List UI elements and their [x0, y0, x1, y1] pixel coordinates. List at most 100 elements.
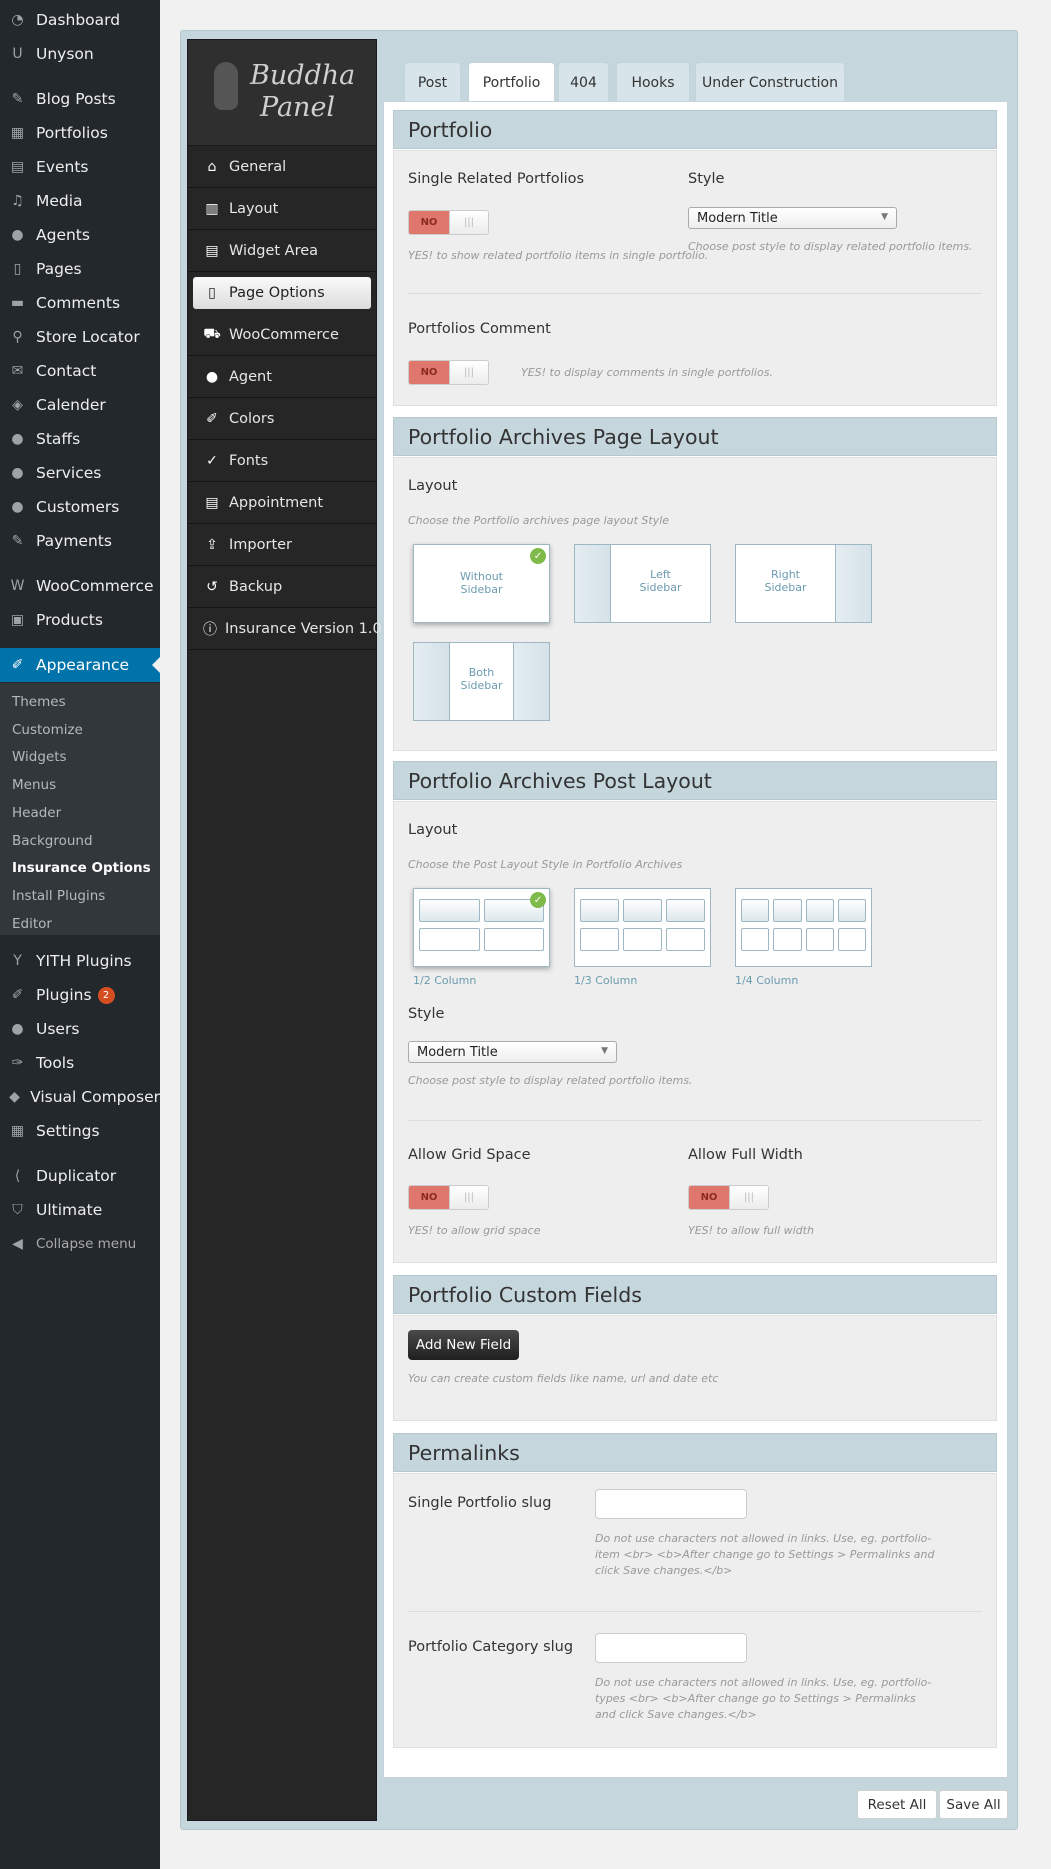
- panel-nav-importer[interactable]: ⇪ Importer: [188, 524, 376, 566]
- related-portfolios-toggle[interactable]: NO |||: [408, 210, 489, 235]
- menu-item-staffs[interactable]: ● Staffs: [0, 422, 160, 456]
- portfolios-comment-toggle[interactable]: NO |||: [408, 360, 489, 385]
- layout-both-sidebar[interactable]: Both Sidebar: [413, 642, 550, 721]
- related-portfolios-label: Single Related Portfolios: [408, 171, 585, 187]
- menu-item-portfolios[interactable]: ▦ Portfolios: [0, 116, 160, 150]
- submenu-item-background[interactable]: Background: [12, 833, 93, 849]
- menu-item-label: Blog Posts: [36, 90, 116, 108]
- menu-item-products[interactable]: ▣ Products: [0, 603, 160, 637]
- panel-nav-insurance-version-1-0[interactable]: ⓘ Insurance Version 1.0: [188, 608, 382, 650]
- menu-item-appearance[interactable]: ✐ Appearance: [0, 648, 160, 682]
- section-header-custom-fields: Portfolio Custom Fields: [393, 1275, 997, 1314]
- portfolio-category-slug-input[interactable]: [595, 1633, 747, 1663]
- menu-item-label: Users: [36, 1020, 80, 1038]
- menu-item-calender[interactable]: ◈ Calender: [0, 388, 160, 422]
- tab-portfolio[interactable]: Portfolio: [468, 62, 555, 103]
- submenu-item-themes[interactable]: Themes: [12, 694, 66, 710]
- panel-nav-appointment[interactable]: ▤ Appointment: [188, 482, 376, 524]
- menu-item-label: Ultimate: [36, 1201, 103, 1219]
- tab-under-construction[interactable]: Under Construction: [695, 62, 845, 102]
- menu-item-label: Staffs: [36, 430, 81, 448]
- archives-post-layout-desc: Choose the Post Layout Style in Portfoli…: [408, 858, 683, 871]
- submenu-item-insurance-options[interactable]: Insurance Options: [12, 860, 151, 876]
- allow-grid-space-toggle[interactable]: NO |||: [408, 1185, 489, 1210]
- layout-without-sidebar[interactable]: Without Sidebar ✓: [413, 544, 550, 623]
- save-all-button[interactable]: Save All: [939, 1790, 1008, 1819]
- panel-nav-label: Page Options: [229, 285, 325, 301]
- menu-item-settings[interactable]: ▦ Settings: [0, 1114, 160, 1148]
- user-icon: ●: [205, 368, 219, 385]
- panel-nav-woocommerce[interactable]: ⛟ WooCommerce: [188, 314, 376, 356]
- menu-item-ultimate[interactable]: ⛉ Ultimate: [0, 1193, 160, 1227]
- column-layout-3[interactable]: [574, 888, 711, 967]
- menu-item-store-locator[interactable]: ⚲ Store Locator: [0, 320, 160, 354]
- column-layout-4[interactable]: [735, 888, 872, 967]
- submenu-item-header[interactable]: Header: [12, 805, 61, 821]
- reset-all-button[interactable]: Reset All: [857, 1790, 937, 1819]
- history-icon: ↺: [206, 578, 218, 595]
- menu-item-users[interactable]: ● Users: [0, 1012, 160, 1046]
- portfolio-icon: ▦: [10, 125, 25, 141]
- layout-left-sidebar[interactable]: Left Sidebar: [574, 544, 711, 623]
- menu-item-customers[interactable]: ● Customers: [0, 490, 160, 524]
- pages-icon: ▯: [13, 261, 22, 277]
- menu-item-services[interactable]: ● Services: [0, 456, 160, 490]
- menu-item-woocommerce[interactable]: W WooCommerce: [0, 569, 160, 603]
- submenu-item-editor[interactable]: Editor: [12, 916, 52, 932]
- column-layout-2[interactable]: ✓: [413, 888, 550, 967]
- panel-nav-page-options[interactable]: ▯ Page Options: [193, 277, 371, 309]
- menu-item-contact[interactable]: ✉ Contact: [0, 354, 160, 388]
- panel-nav-general[interactable]: ⌂ General: [188, 146, 376, 188]
- menu-item-agents[interactable]: ● Agents: [0, 218, 160, 252]
- menu-item-tools[interactable]: ✑ Tools: [0, 1046, 160, 1080]
- panel-nav-widget-area[interactable]: ▤ Widget Area: [188, 230, 376, 272]
- column-cell: [666, 899, 705, 922]
- menu-item-yith-plugins[interactable]: Y YITH Plugins: [0, 944, 160, 978]
- panel-nav-backup[interactable]: ↺ Backup: [188, 566, 376, 608]
- collapse-menu-button[interactable]: ◀ Collapse menu: [0, 1227, 160, 1261]
- menu-item-payments[interactable]: ✎ Payments: [0, 524, 160, 558]
- menu-item-visual-composer[interactable]: ◆ Visual Composer: [0, 1080, 160, 1114]
- info-icon: ⓘ: [203, 621, 217, 638]
- panel-nav-fonts[interactable]: ✓ Fonts: [188, 440, 376, 482]
- panel-nav-agent[interactable]: ● Agent: [188, 356, 376, 398]
- panel-nav-layout[interactable]: ▥ Layout: [188, 188, 376, 230]
- single-portfolio-slug-input[interactable]: [595, 1489, 747, 1519]
- tab-hooks[interactable]: Hooks: [616, 62, 690, 102]
- column-cell: [773, 899, 802, 922]
- menu-item-plugins[interactable]: ✐ Plugins 2: [0, 978, 160, 1012]
- menu-item-label: Comments: [36, 294, 121, 312]
- single-portfolio-slug-desc: Do not use characters not allowed in lin…: [595, 1532, 935, 1577]
- menu-item-unyson[interactable]: U Unyson: [0, 37, 160, 71]
- menu-item-pages[interactable]: ▯ Pages: [0, 252, 160, 286]
- submenu-item-customize[interactable]: Customize: [12, 722, 83, 738]
- layout-right-sidebar[interactable]: Right Sidebar: [735, 544, 872, 623]
- column-cell: [837, 928, 866, 951]
- menu-item-label: Store Locator: [36, 328, 140, 346]
- menu-item-label: Media: [36, 192, 83, 210]
- menu-item-duplicator[interactable]: ⟨ Duplicator: [0, 1159, 160, 1193]
- submenu-item-install-plugins[interactable]: Install Plugins: [12, 888, 105, 904]
- widget-icon: ▤: [205, 242, 219, 259]
- menu-item-media[interactable]: ♫ Media: [0, 184, 160, 218]
- cart-icon: ⛟: [203, 325, 221, 342]
- add-new-field-button[interactable]: Add New Field: [408, 1330, 519, 1360]
- submenu-item-widgets[interactable]: Widgets: [12, 749, 67, 765]
- submenu-item-menus[interactable]: Menus: [12, 777, 56, 793]
- style-select[interactable]: Modern Title ▼: [688, 207, 897, 229]
- toggle-no: NO: [409, 211, 449, 234]
- allow-full-width-toggle[interactable]: NO |||: [688, 1185, 769, 1210]
- menu-item-events[interactable]: ▤ Events: [0, 150, 160, 184]
- menu-item-dashboard[interactable]: ◔ Dashboard: [0, 3, 160, 37]
- services-icon: ●: [11, 465, 24, 481]
- dashboard-icon: ◔: [11, 12, 24, 28]
- tab-post[interactable]: Post: [404, 62, 461, 102]
- tab-404[interactable]: 404: [558, 62, 609, 102]
- section-header-archives-page: Portfolio Archives Page Layout: [393, 417, 997, 456]
- panel-nav-colors[interactable]: ✐ Colors: [188, 398, 376, 440]
- menu-item-comments[interactable]: ▬ Comments: [0, 286, 160, 320]
- buddha-head-icon: [214, 62, 238, 110]
- column-cell: [483, 928, 544, 951]
- archives-style-select[interactable]: Modern Title ▼: [408, 1041, 617, 1063]
- menu-item-blog-posts[interactable]: ✎ Blog Posts: [0, 82, 160, 116]
